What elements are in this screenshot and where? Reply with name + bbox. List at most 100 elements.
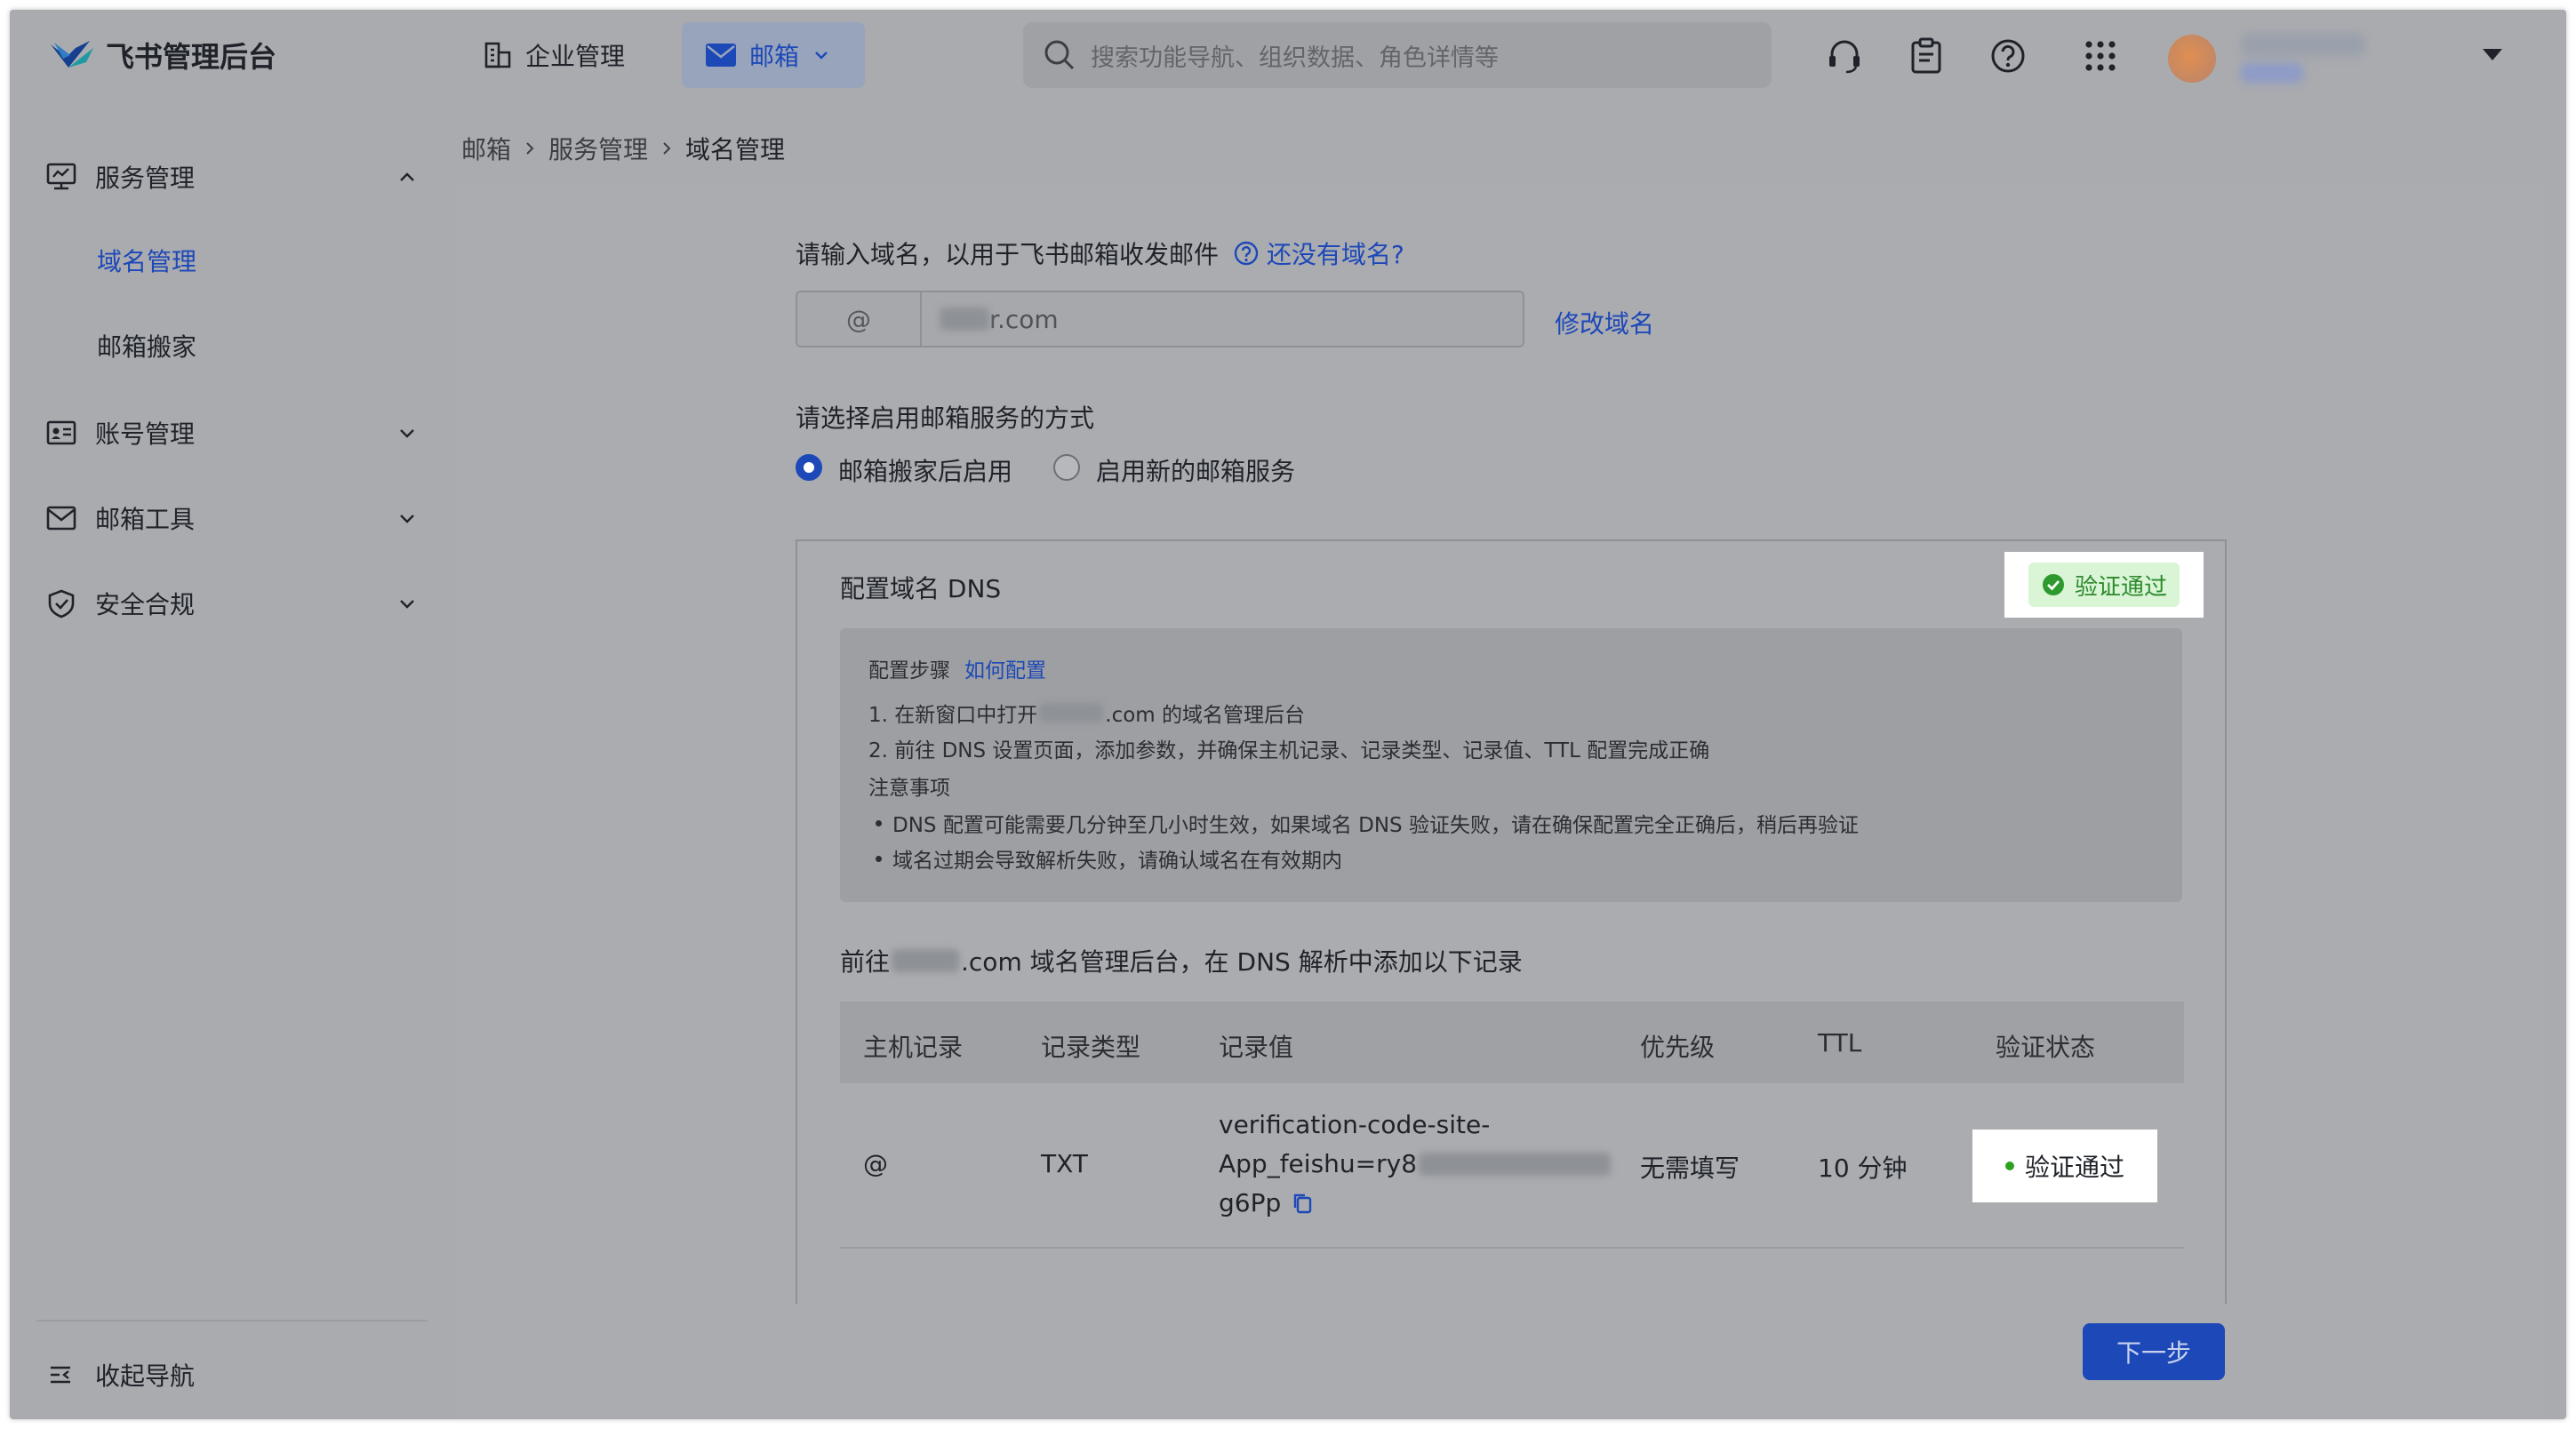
nav-enterprise-label: 企业管理 xyxy=(525,42,626,71)
dns-instruction: 前往 .com 域名管理后台，在 DNS 解析中添加以下记录 xyxy=(840,943,1523,978)
radio-label[interactable]: 启用新的邮箱服务 xyxy=(1096,452,1295,488)
cell-value-text: g6Pp xyxy=(1219,1188,1282,1217)
step-1-text: 1. 在新窗口中打开 xyxy=(868,704,1038,727)
chevron-up-icon[interactable] xyxy=(396,165,419,188)
sidebar: 服务管理 域名管理 邮箱搬家 账号管理 邮箱工具 安全合规 收起导航 xyxy=(10,108,454,1419)
chevron-down-icon xyxy=(815,52,828,60)
no-domain-label: 还没有域名? xyxy=(1267,240,1404,269)
step-2: 2. 前往 DNS 设置页面，添加参数，并确保主机记录、记录类型、记录值、TTL… xyxy=(868,739,1710,762)
user-name-redacted xyxy=(2241,33,2365,56)
cell-status: 验证通过 xyxy=(1972,1130,2157,1202)
apps-grid-icon[interactable] xyxy=(2081,36,2120,76)
collapse-nav-button[interactable]: 收起导航 xyxy=(45,1348,195,1401)
app-title: 飞书管理后台 xyxy=(106,40,277,74)
step-1: 1. 在新窗口中打开 .com 的域名管理后台 xyxy=(868,698,1305,728)
cell-type: TXT xyxy=(1041,1149,1088,1178)
edit-domain-link[interactable]: 修改域名 xyxy=(1555,305,1654,340)
building-icon xyxy=(484,42,511,68)
user-menu-caret-icon[interactable] xyxy=(2483,49,2502,60)
cell-priority: 无需填写 xyxy=(1640,1154,1740,1183)
headset-icon[interactable] xyxy=(1825,36,1864,76)
copy-icon[interactable] xyxy=(1292,1192,1313,1215)
chevron-right-icon xyxy=(663,142,671,155)
id-card-icon xyxy=(46,420,76,445)
dns-config-card: 配置域名 DNS 验证通过 配置步骤 如何配置 1. 在新窗口中打开 .com … xyxy=(796,539,2227,1304)
breadcrumb: 邮箱 服务管理 域名管理 xyxy=(461,131,785,166)
table-header: TTL xyxy=(1818,1028,1862,1058)
domain-value-suffix: r.com xyxy=(989,304,1059,334)
status-badge: 验证通过 xyxy=(2028,563,2180,607)
cell-value-line: verification-code-site- xyxy=(1219,1110,1491,1139)
domain-prompt: 请输入域名，以用于飞书邮箱收发邮件 xyxy=(796,240,1220,269)
chevron-down-icon[interactable] xyxy=(396,421,419,444)
table-header: 记录值 xyxy=(1219,1033,1294,1062)
config-steps-panel: 配置步骤 如何配置 1. 在新窗口中打开 .com 的域名管理后台 2. 前往 … xyxy=(840,628,2182,902)
radio-label[interactable]: 邮箱搬家后启用 xyxy=(838,452,1012,488)
radio-migrate-then-enable[interactable] xyxy=(796,454,822,481)
app-logo[interactable]: 飞书管理后台 xyxy=(49,35,276,76)
sidebar-item-label: 账号管理 xyxy=(95,419,196,449)
dns-table-header: 主机记录 记录类型 记录值 优先级 TTL 验证状态 xyxy=(840,1002,2184,1083)
domain-redacted xyxy=(892,949,960,972)
domain-value: r.com xyxy=(922,305,1059,334)
top-bar: 飞书管理后台 企业管理 邮箱 搜索功能导航、组织数据、角色详情等 xyxy=(10,10,2566,108)
domain-field: @ r.com xyxy=(796,291,1524,347)
service-prompt: 请选择启用邮箱服务的方式 xyxy=(796,403,1095,433)
check-circle-icon xyxy=(2042,574,2064,595)
collapse-menu-icon xyxy=(51,1366,70,1384)
collapse-nav-label: 收起导航 xyxy=(95,1361,196,1391)
sidebar-subitem-domain[interactable]: 域名管理 xyxy=(97,243,196,278)
search-placeholder: 搜索功能导航、组织数据、角色详情等 xyxy=(1091,44,1499,72)
status-badge-label: 验证通过 xyxy=(2074,573,2167,601)
note-1-text: DNS 配置可能需要几分钟至几小时生效，如果域名 DNS 验证失败，请在确保配置… xyxy=(892,814,1859,837)
breadcrumb-item[interactable]: 邮箱 xyxy=(461,131,511,166)
sidebar-item-account[interactable]: 账号管理 xyxy=(45,406,195,459)
table-header: 主机记录 xyxy=(863,1033,964,1062)
domain-prompt-row: 请输入域名，以用于飞书邮箱收发邮件 还没有域名? xyxy=(796,236,1404,271)
dns-instruction-text-end: .com 域名管理后台，在 DNS 解析中添加以下记录 xyxy=(961,947,1523,977)
note-2: 域名过期会导致解析失败，请确认域名在有效期内 xyxy=(868,843,1342,874)
main-content: 请输入域名，以用于飞书邮箱收发邮件 还没有域名? @ r.com 修改域名 请选… xyxy=(456,186,2545,1419)
success-dot-icon xyxy=(2004,1162,2014,1170)
steps-header: 配置步骤 如何配置 xyxy=(868,653,1046,683)
verify-status-highlight: 验证通过 xyxy=(2004,552,2204,618)
next-step-button[interactable]: 下一步 xyxy=(2083,1323,2225,1380)
cell-status-label: 验证通过 xyxy=(2024,1153,2124,1182)
bullet-icon xyxy=(876,819,882,826)
breadcrumb-item[interactable]: 服务管理 xyxy=(548,131,648,166)
nav-mail[interactable]: 邮箱 xyxy=(682,22,865,88)
shield-icon xyxy=(48,589,75,619)
help-circle-icon xyxy=(1234,241,1259,266)
sidebar-subitem-migration[interactable]: 邮箱搬家 xyxy=(97,328,196,363)
radio-new-service[interactable] xyxy=(1053,454,1080,481)
step-1-text-end: .com 的域名管理后台 xyxy=(1105,704,1306,727)
sidebar-item-label: 邮箱工具 xyxy=(95,505,196,534)
user-tenant-redacted xyxy=(2241,63,2303,83)
avatar[interactable] xyxy=(2168,35,2216,83)
table-header: 记录类型 xyxy=(1041,1033,1141,1062)
chevron-down-icon[interactable] xyxy=(396,507,419,530)
cell-value-text: App_feishu=ry8 xyxy=(1219,1149,1418,1178)
dns-card-title: 配置域名 DNS xyxy=(840,574,1002,603)
sidebar-item-label: 安全合规 xyxy=(95,590,196,619)
notes-title: 注意事项 xyxy=(868,777,950,800)
no-domain-link[interactable]: 还没有域名? xyxy=(1233,236,1404,271)
nav-mail-label: 邮箱 xyxy=(749,42,800,71)
sidebar-item-service[interactable]: 服务管理 xyxy=(45,150,195,204)
help-icon[interactable] xyxy=(1988,36,2028,76)
chevron-down-icon[interactable] xyxy=(396,592,419,615)
mail-icon xyxy=(46,506,76,531)
sidebar-item-label: 服务管理 xyxy=(95,164,196,193)
sidebar-item-security[interactable]: 安全合规 xyxy=(45,577,195,630)
monitor-icon xyxy=(46,163,76,190)
clipboard-icon[interactable] xyxy=(1907,36,1946,76)
cell-value-line: App_feishu=ry8 xyxy=(1219,1149,1612,1178)
nav-enterprise[interactable]: 企业管理 xyxy=(460,22,648,88)
how-to-config-link[interactable]: 如何配置 xyxy=(964,653,1046,683)
sidebar-divider xyxy=(36,1320,428,1321)
dns-instruction-text: 前往 xyxy=(840,947,891,977)
cell-value-line: g6Pp xyxy=(1219,1188,1313,1217)
note-2-text: 域名过期会导致解析失败，请确认域名在有效期内 xyxy=(892,850,1342,873)
search-input[interactable]: 搜索功能导航、组织数据、角色详情等 xyxy=(1023,22,1772,88)
sidebar-item-mail-tools[interactable]: 邮箱工具 xyxy=(45,491,195,545)
